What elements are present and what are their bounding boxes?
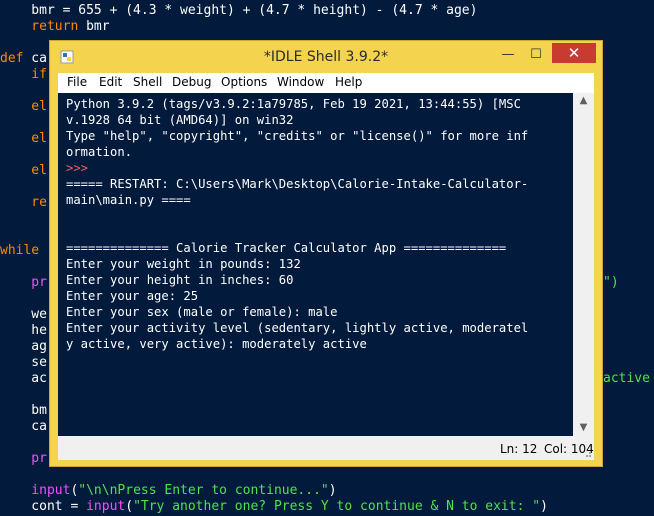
scroll-down-icon[interactable]: ▼ (573, 420, 594, 436)
editor-line-tail: active (603, 371, 650, 386)
editor-line: bmr = 655 + (4.3 * weight) + (4.7 * heig… (0, 3, 478, 18)
editor-line-tail: ") (603, 275, 619, 290)
output-line: Enter your activity level (sedentary, li… (66, 321, 529, 335)
editor-line: se (0, 355, 47, 370)
output-line: Enter your weight in pounds: 132 (66, 257, 301, 271)
menu-window[interactable]: Window (277, 75, 324, 89)
banner-line: Python 3.9.2 (tags/v3.9.2:1a79785, Feb 1… (66, 97, 521, 111)
close-button[interactable]: ✕ (552, 43, 596, 63)
menu-help[interactable]: Help (335, 75, 362, 89)
editor-line: re (0, 195, 47, 210)
window-title: *IDLE Shell 3.9.2* (263, 49, 389, 65)
minimize-button[interactable]: — (497, 47, 519, 63)
menu-shell[interactable]: Shell (133, 75, 162, 89)
editor-line: bm (0, 403, 47, 418)
maximize-button[interactable]: ☐ (525, 47, 547, 63)
banner-line: v.1928 64 bit (AMD64)] on win32 (66, 113, 294, 127)
output-line: Enter your height in inches: 60 (66, 273, 294, 287)
editor-line: ca (0, 419, 47, 434)
editor-line: ag (0, 339, 47, 354)
editor-line: input("\n\nPress Enter to continue...") (0, 483, 337, 498)
editor-line: ac (0, 371, 47, 386)
menu-edit[interactable]: Edit (99, 75, 122, 89)
banner-line: ormation. (66, 145, 133, 159)
menu-debug[interactable]: Debug (172, 75, 211, 89)
editor-line: el (0, 131, 47, 146)
scroll-up-icon[interactable]: ▲ (573, 93, 594, 109)
idle-shell-window: *IDLE Shell 3.9.2* — ☐ ✕ File Edit Shell… (50, 41, 602, 466)
line-number: Ln: 12 (500, 442, 538, 456)
editor-line: cont = input("Try another one? Press Y t… (0, 499, 548, 514)
output-line: Enter your sex (male or female): male (66, 305, 338, 319)
app-header-line: ============== Calorie Tracker Calculato… (66, 241, 507, 255)
status-bar: Ln: 12 Col: 104 (58, 436, 594, 460)
output-line: y active, very active): moderately activ… (66, 337, 367, 351)
banner-line: Type "help", "copyright", "credits" or "… (66, 129, 529, 143)
editor-line: el (0, 163, 47, 178)
shell-prompt: >>> (66, 161, 89, 175)
editor-line: pr (0, 275, 47, 290)
restart-line: ===== RESTART: C:\Users\Mark\Desktop\Cal… (66, 177, 529, 191)
editor-line: return bmr (0, 19, 110, 34)
shell-output[interactable]: Python 3.9.2 (tags/v3.9.2:1a79785, Feb 1… (58, 93, 573, 436)
title-bar[interactable]: *IDLE Shell 3.9.2* — ☐ ✕ (50, 41, 602, 73)
editor-line: he (0, 323, 47, 338)
editor-line: if (0, 67, 47, 82)
editor-line: while (0, 243, 40, 258)
resize-grip-icon[interactable] (582, 448, 592, 458)
output-line: Enter your age: 25 (66, 289, 199, 303)
menu-bar: File Edit Shell Debug Options Window Hel… (58, 73, 594, 93)
editor-line: el (0, 99, 47, 114)
menu-options[interactable]: Options (221, 75, 267, 89)
editor-line: def ca (0, 51, 47, 66)
restart-line: main\main.py ==== (66, 193, 191, 207)
editor-line: pr (0, 451, 47, 466)
vertical-scrollbar[interactable]: ▲ ▼ (573, 93, 594, 436)
menu-file[interactable]: File (67, 75, 87, 89)
editor-line: we (0, 307, 47, 322)
